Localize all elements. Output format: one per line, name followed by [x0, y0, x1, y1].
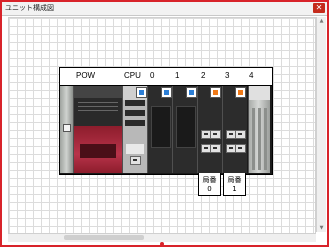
power-module-stripe: [78, 110, 118, 111]
slot-label-1: 1: [175, 71, 180, 80]
cpu-module-slot: [125, 110, 145, 116]
module-divider: [248, 86, 249, 173]
module-rib: [264, 108, 267, 170]
scroll-down-icon[interactable]: ▼: [317, 224, 326, 232]
io-module-body: [151, 106, 171, 148]
module-indicator-icon: [63, 124, 71, 132]
status-badge-blue-icon: [186, 87, 197, 98]
cpu-module[interactable]: [123, 86, 147, 173]
module-divider: [122, 86, 123, 173]
station-number: 0: [207, 185, 212, 193]
power-module-top: [74, 86, 122, 98]
empty-module-slot-4[interactable]: [249, 86, 270, 173]
slot-label-cpu: CPU: [124, 71, 141, 80]
network-module-slot-2[interactable]: [198, 86, 222, 173]
port-connector-icon: [210, 130, 221, 139]
slot-label-2: 2: [201, 71, 206, 80]
slot-label-pow: POW: [76, 71, 96, 80]
vertical-scrollbar[interactable]: ▲ ▼: [316, 17, 326, 232]
status-badge-blue-icon: [136, 87, 147, 98]
module-divider: [197, 86, 198, 173]
power-module-window: [80, 144, 116, 158]
module-divider: [222, 86, 223, 173]
resize-handle[interactable]: [160, 242, 164, 246]
window-title: ユニット構成図: [5, 4, 54, 12]
module-divider: [147, 86, 148, 173]
module-divider: [73, 86, 74, 173]
cpu-connector-icon: [130, 156, 141, 165]
module-rib: [252, 108, 255, 170]
scroll-up-icon[interactable]: ▲: [317, 17, 326, 25]
horizontal-scrollbar[interactable]: [8, 233, 316, 242]
slot-label-4: 4: [249, 71, 254, 80]
station-number-box-0: 局番 0: [198, 173, 221, 196]
port-connector-icon: [235, 130, 246, 139]
io-module-slot-0[interactable]: [148, 86, 172, 173]
empty-module-header: [249, 86, 270, 100]
horizontal-scroll-thumb[interactable]: [64, 235, 144, 240]
slot-label-0: 0: [150, 71, 155, 80]
power-supply-module[interactable]: [74, 86, 122, 173]
module-rib: [258, 108, 261, 170]
status-badge-orange-icon: [235, 87, 246, 98]
station-number: 1: [232, 185, 237, 193]
power-module-stripe: [78, 102, 118, 103]
cpu-module-slot: [125, 100, 145, 106]
status-badge-blue-icon: [161, 87, 172, 98]
power-module-panel: [74, 126, 122, 173]
station-label: 局番: [202, 176, 217, 184]
left-end-module[interactable]: [60, 86, 73, 173]
close-button[interactable]: ✕: [313, 3, 325, 13]
station-number-box-1: 局番 1: [223, 173, 246, 196]
module-divider: [172, 86, 173, 173]
title-bar[interactable]: ユニット構成図 ✕: [2, 2, 327, 16]
port-connector-icon: [235, 144, 246, 153]
power-module-stripe: [78, 106, 118, 107]
port-connector-icon: [210, 144, 221, 153]
network-module-slot-3[interactable]: [223, 86, 247, 173]
cpu-module-slot: [125, 120, 145, 126]
io-module-slot-1[interactable]: [173, 86, 197, 173]
station-label: 局番: [227, 176, 242, 184]
cpu-module-label-plate: [126, 144, 144, 154]
slot-label-3: 3: [225, 71, 230, 80]
status-badge-orange-icon: [210, 87, 221, 98]
io-module-body: [176, 106, 196, 148]
